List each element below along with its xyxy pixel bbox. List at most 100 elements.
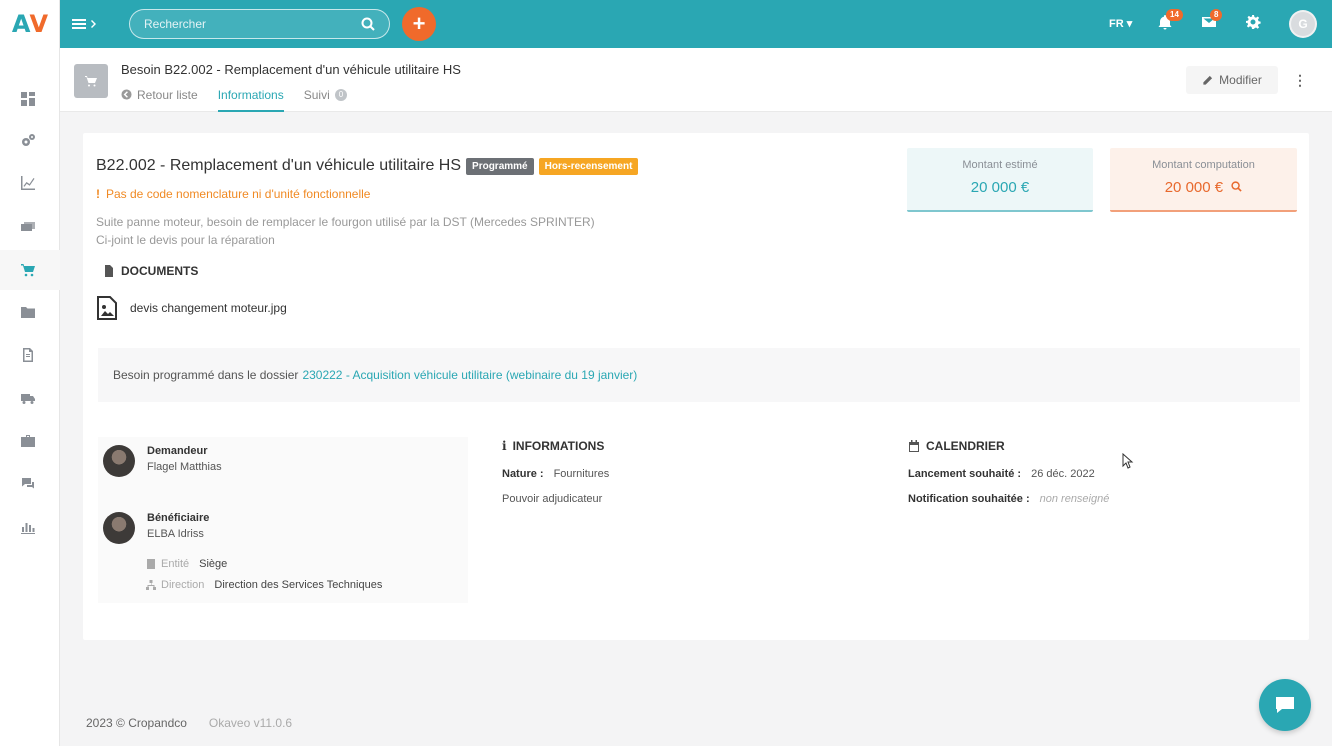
launch-row: Lancement souhaité : 26 déc. 2022 bbox=[908, 468, 1095, 480]
magnifier-icon[interactable] bbox=[1231, 181, 1242, 192]
add-button[interactable]: + bbox=[402, 7, 436, 41]
language-label: FR bbox=[1109, 18, 1124, 30]
entity-label: Entité bbox=[161, 558, 190, 570]
money-icon[interactable] bbox=[18, 217, 38, 237]
status-badge-census: Hors-recensement bbox=[538, 157, 639, 175]
chat-button[interactable] bbox=[1259, 679, 1311, 731]
more-options-button[interactable]: ⋮ bbox=[1288, 66, 1312, 94]
hamburger-icon bbox=[72, 19, 86, 29]
warning-exclamation-icon: ! bbox=[96, 187, 100, 201]
documents-heading: DOCUMENTS bbox=[103, 264, 198, 278]
estimated-amount-box: Montant estimé 20 000 € bbox=[907, 148, 1093, 212]
chat-bubble-icon bbox=[1276, 697, 1294, 713]
page-title: Besoin B22.002 - Remplacement d'un véhic… bbox=[121, 62, 461, 77]
footer-version: Okaveo v11.0.6 bbox=[208, 716, 293, 730]
beneficiary: Bénéficiaire ELBA Idriss bbox=[103, 512, 209, 544]
bar-chart-icon[interactable] bbox=[18, 517, 38, 537]
building-icon bbox=[147, 559, 155, 569]
cart-document-icon bbox=[74, 64, 108, 98]
entity-value: Siège bbox=[199, 558, 228, 570]
page-tabs: Retour liste Informations Suivi 0 bbox=[121, 88, 367, 112]
briefcase-icon[interactable] bbox=[18, 431, 38, 451]
sidebar: AV bbox=[0, 0, 60, 746]
informations-heading: i INFORMATIONS bbox=[502, 439, 604, 453]
entity-row: Entité Siège bbox=[146, 558, 227, 570]
modify-label: Modifier bbox=[1219, 73, 1262, 87]
dossier-banner: Besoin programmé dans le dossier 230222 … bbox=[98, 348, 1300, 402]
dossier-prefix: Besoin programmé dans le dossier bbox=[113, 368, 299, 382]
top-bar: + FR ▾ 14 8 G bbox=[60, 0, 1332, 48]
need-title: B22.002 - Remplacement d'un véhicule uti… bbox=[96, 157, 462, 174]
status-badge-programmed: Programmé bbox=[466, 157, 534, 175]
language-selector[interactable]: FR ▾ bbox=[1109, 17, 1132, 30]
need-detail-card: B22.002 - Remplacement d'un véhicule uti… bbox=[83, 133, 1309, 640]
estimated-amount-label: Montant estimé bbox=[962, 159, 1038, 171]
logo-letter-v: V bbox=[29, 10, 49, 38]
notifications-badge: 14 bbox=[1166, 9, 1183, 21]
messages-badge: 8 bbox=[1210, 9, 1223, 21]
nomenclature-warning: ! Pas de code nomenclature ni d'unité fon… bbox=[96, 187, 370, 201]
computation-amount-label: Montant computation bbox=[1152, 159, 1255, 171]
search-input[interactable] bbox=[144, 17, 344, 31]
description-line: Suite panne moteur, besoin de remplacer … bbox=[96, 215, 595, 229]
tab-label: Suivi bbox=[303, 88, 330, 102]
caret-down-icon: ▾ bbox=[1126, 18, 1133, 30]
pencil-icon bbox=[1203, 75, 1213, 85]
search-icon[interactable] bbox=[361, 17, 375, 31]
tab-label: Retour liste bbox=[137, 88, 198, 102]
comments-icon[interactable] bbox=[18, 474, 38, 494]
informations-heading-text: INFORMATIONS bbox=[512, 439, 605, 453]
settings-button[interactable] bbox=[1245, 14, 1265, 34]
info-icon: i bbox=[502, 439, 507, 453]
launch-value: 26 déc. 2022 bbox=[1031, 468, 1095, 480]
nature-row: Nature : Fournitures bbox=[502, 468, 609, 480]
computation-amount-text: 20 000 € bbox=[1164, 179, 1224, 196]
footer-copyright: 2023 © Cropandco bbox=[86, 716, 187, 730]
requester: Demandeur Flagel Matthias bbox=[103, 445, 222, 477]
power-label: Pouvoir adjudicateur bbox=[502, 493, 603, 505]
need-description: Suite panne moteur, besoin de remplacer … bbox=[96, 213, 595, 249]
document-file-name[interactable]: devis changement moteur.jpg bbox=[130, 301, 287, 315]
requester-avatar bbox=[103, 445, 135, 477]
direction-row: Direction Direction des Services Techniq… bbox=[146, 579, 382, 591]
notifications-button[interactable]: 14 bbox=[1157, 9, 1183, 34]
cart-icon[interactable] bbox=[18, 260, 38, 280]
modify-button[interactable]: Modifier bbox=[1186, 66, 1278, 94]
estimated-amount-value: 20 000 € bbox=[970, 179, 1030, 196]
tab-back-to-list[interactable]: Retour liste bbox=[121, 88, 198, 112]
page-header: Besoin B22.002 - Remplacement d'un véhic… bbox=[60, 48, 1332, 112]
calendar-heading: CALENDRIER bbox=[908, 439, 1005, 453]
beneficiary-name[interactable]: ELBA Idriss bbox=[147, 528, 209, 540]
power-row: Pouvoir adjudicateur bbox=[502, 493, 602, 505]
launch-label: Lancement souhaité : bbox=[908, 468, 1022, 480]
direction-value: Direction des Services Techniques bbox=[214, 579, 383, 591]
computation-amount-box: Montant computation 20 000 € bbox=[1110, 148, 1297, 212]
truck-icon[interactable] bbox=[18, 388, 38, 408]
document-file-row[interactable]: devis changement moteur.jpg bbox=[96, 296, 287, 320]
nature-value: Fournitures bbox=[553, 468, 610, 480]
chevron-right-icon bbox=[91, 20, 96, 28]
documents-heading-text: DOCUMENTS bbox=[121, 264, 199, 278]
app-logo[interactable]: AV bbox=[0, 0, 59, 48]
requester-name[interactable]: Flagel Matthias bbox=[147, 461, 222, 473]
user-avatar[interactable]: G bbox=[1289, 10, 1317, 38]
folder-icon[interactable] bbox=[18, 302, 38, 322]
dossier-link[interactable]: 230222 - Acquisition véhicule utilitaire… bbox=[302, 368, 637, 382]
arrow-circle-left-icon bbox=[121, 89, 132, 100]
messages-button[interactable]: 8 bbox=[1201, 9, 1223, 34]
need-title-row: B22.002 - Remplacement d'un véhicule uti… bbox=[96, 157, 639, 175]
chart-line-icon[interactable] bbox=[18, 173, 38, 193]
menu-toggle-button[interactable] bbox=[72, 14, 104, 34]
description-line: Ci-joint le devis pour la réparation bbox=[96, 233, 275, 247]
tab-suivi[interactable]: Suivi 0 bbox=[303, 88, 348, 112]
notification-value: non renseigné bbox=[1039, 493, 1110, 505]
settings-gears-icon[interactable] bbox=[18, 131, 38, 151]
footer: 2023 © Cropandco Okaveo v11.0.6 bbox=[86, 716, 292, 730]
requester-role: Demandeur bbox=[147, 445, 208, 457]
people-panel: Demandeur Flagel Matthias Bénéficiaire E… bbox=[98, 437, 468, 603]
dashboard-icon[interactable] bbox=[18, 89, 38, 109]
beneficiary-role: Bénéficiaire bbox=[147, 512, 210, 524]
entity-label-wrap: Entité bbox=[146, 558, 189, 570]
tab-informations[interactable]: Informations bbox=[217, 88, 284, 112]
document-icon[interactable] bbox=[18, 345, 38, 365]
